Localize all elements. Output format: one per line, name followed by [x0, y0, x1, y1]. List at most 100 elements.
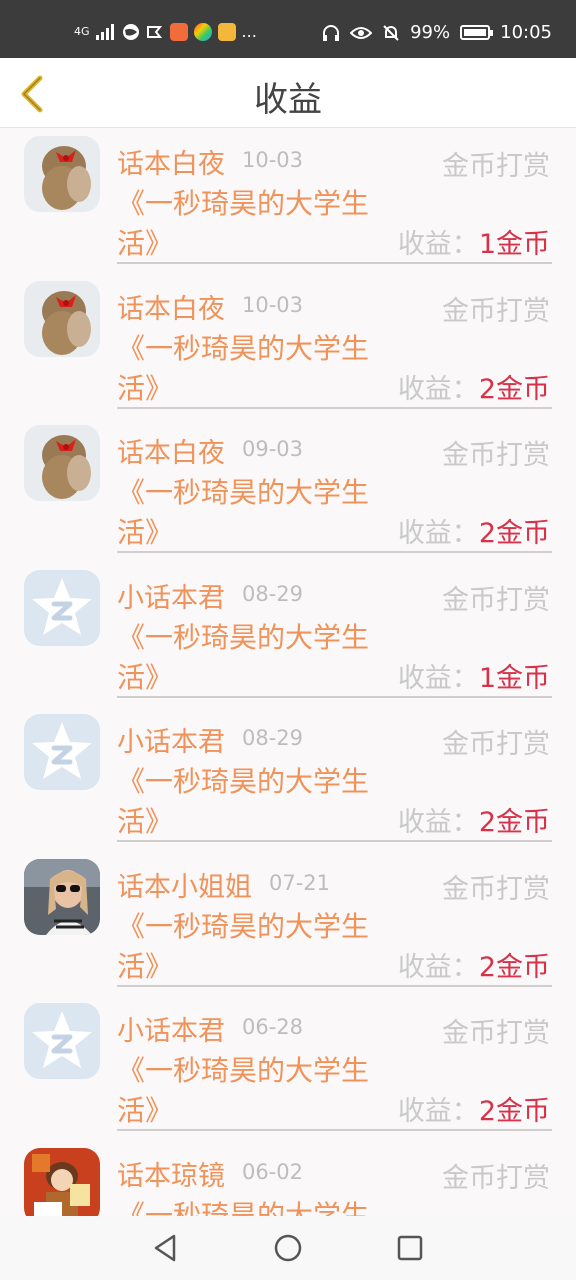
reward-type: 金币打赏	[442, 295, 550, 327]
list-item[interactable]: 小话本君 06-28 金币打赏 《一秒琦昊的大学生 活》 收益：2金币	[0, 995, 576, 1140]
app-cup-icon	[217, 22, 236, 41]
square-recents-icon	[397, 1235, 423, 1261]
list-item[interactable]: 小话本君 08-29 金币打赏 《一秒琦昊的大学生 活》 收益：1金币	[0, 562, 576, 707]
network-type: 4G	[74, 25, 90, 38]
reward-date: 08-29	[242, 726, 304, 750]
app-b-icon	[169, 22, 188, 41]
income: 收益：2金币	[398, 800, 550, 839]
reward-type: 金币打赏	[442, 1162, 550, 1194]
book-title-line1: 《一秒琦昊的大学生	[117, 909, 370, 943]
income-amount: 2金币	[478, 807, 550, 838]
income-label: 收益：	[397, 373, 479, 405]
row-divider	[117, 406, 552, 409]
book-title-line1: 《一秒琦昊的大学生	[117, 476, 370, 509]
avatar[interactable]	[24, 858, 100, 935]
reward-type: 金币打赏	[442, 440, 550, 471]
status-left: 4G ...	[74, 22, 257, 41]
list-item[interactable]: 话本白夜 10-03 金币打赏 《一秒琦昊的大学生 活》 收益：2金币	[0, 273, 576, 418]
book-title-line1: 《一秒琦昊的大学生	[117, 1054, 370, 1087]
book-title-line1: 《一秒琦昊的大学生	[117, 187, 370, 220]
reward-type: 金币打赏	[442, 584, 550, 616]
sender-name: 话本白夜	[117, 438, 225, 469]
sender-name: 话本琼镜	[117, 1160, 225, 1192]
app-color-icon	[193, 22, 212, 41]
book-title-line1: 《一秒琦昊的大学生	[117, 1198, 370, 1217]
app-notification-icon	[146, 25, 162, 38]
book-title-line1: 《一秒琦昊的大学生	[117, 620, 370, 654]
income-amount: 2金币	[478, 518, 550, 549]
app-header: 收益	[0, 58, 576, 128]
avatar[interactable]	[24, 280, 100, 357]
reward-date: 06-28	[242, 1015, 304, 1039]
income-label: 收益：	[397, 807, 479, 838]
income-label: 收益：	[397, 518, 479, 549]
income-label: 收益：	[397, 1096, 479, 1127]
income-label: 收益：	[397, 951, 479, 983]
book-title-line2: 活》	[117, 227, 174, 260]
reward-date: 07-21	[269, 870, 331, 895]
book-title-line2: 活》	[117, 660, 174, 694]
book-title-line2: 活》	[117, 949, 174, 983]
list-item[interactable]: 话本白夜 10-03 金币打赏 《一秒琦昊的大学生 活》 收益：1金币	[0, 128, 576, 273]
row-divider	[117, 551, 552, 553]
income: 收益：1金币	[398, 222, 550, 261]
reward-type: 金币打赏	[442, 151, 550, 182]
income: 收益：2金币	[398, 367, 550, 406]
avatar[interactable]	[24, 1147, 100, 1216]
reward-date: 10-03	[242, 148, 304, 172]
list-item[interactable]: 话本小姐姐 07-21 金币打赏 《一秒琦昊的大学生 活》 收益：2金币	[0, 851, 576, 996]
sender-name: 小话本君	[117, 582, 225, 614]
row-divider	[117, 262, 552, 264]
book-title-line2: 活》	[117, 371, 174, 405]
page-title: 收益	[254, 80, 322, 120]
globe-icon	[122, 23, 139, 40]
sender-name: 话本白夜	[117, 149, 225, 180]
sender-name: 小话本君	[117, 727, 225, 758]
row-divider	[117, 984, 552, 987]
system-nav-bar	[0, 1216, 576, 1280]
sender-name: 小话本君	[117, 1016, 225, 1047]
home-nav-button[interactable]	[270, 1230, 306, 1266]
book-title-line1: 《一秒琦昊的大学生	[117, 331, 370, 365]
battery-percent: 99%	[410, 22, 451, 43]
sender-name: 话本白夜	[117, 293, 225, 325]
back-nav-button[interactable]	[148, 1230, 184, 1266]
triangle-back-icon	[154, 1234, 176, 1262]
book-title-line2: 活》	[117, 1094, 174, 1127]
reward-type: 金币打赏	[442, 1018, 550, 1049]
list-item[interactable]: 话本琼镜 06-02 金币打赏 《一秒琦昊的大学生	[0, 1140, 576, 1217]
reward-type: 金币打赏	[442, 729, 550, 760]
income: 收益：2金币	[398, 945, 550, 984]
status-bar: 4G ... 99% 10:05	[0, 0, 576, 58]
recents-nav-button[interactable]	[392, 1230, 428, 1266]
reward-type: 金币打赏	[442, 873, 550, 905]
headphones-icon	[323, 24, 340, 41]
row-divider	[117, 695, 552, 698]
reward-date: 10-03	[242, 292, 304, 317]
sender-name: 话本小姐姐	[117, 871, 252, 903]
avatar[interactable]	[24, 136, 100, 212]
list-item[interactable]: 话本白夜 09-03 金币打赏 《一秒琦昊的大学生 活》 收益：2金币	[0, 417, 576, 562]
income: 收益：2金币	[398, 1089, 550, 1128]
avatar[interactable]	[24, 714, 100, 790]
eye-icon	[350, 26, 373, 39]
book-title-line2: 活》	[117, 516, 174, 549]
avatar[interactable]	[24, 425, 100, 501]
reward-date: 09-03	[242, 437, 304, 461]
list-item[interactable]: 小话本君 08-29 金币打赏 《一秒琦昊的大学生 活》 收益：2金币	[0, 706, 576, 851]
battery-icon	[460, 25, 494, 40]
reward-date: 06-02	[242, 1159, 304, 1184]
income: 收益：2金币	[398, 511, 550, 550]
status-right: 99% 10:05	[322, 22, 552, 43]
income-amount: 1金币	[478, 229, 550, 260]
mute-bell-icon	[383, 24, 399, 41]
avatar[interactable]	[24, 569, 100, 646]
income-amount: 2金币	[478, 1096, 550, 1127]
avatar[interactable]	[24, 1003, 100, 1079]
circle-home-icon	[274, 1234, 302, 1262]
income-label: 收益：	[397, 229, 479, 260]
row-divider	[117, 1129, 552, 1131]
clock: 10:05	[500, 22, 552, 43]
reward-date: 08-29	[242, 581, 304, 606]
income: 收益：1金币	[398, 656, 550, 695]
